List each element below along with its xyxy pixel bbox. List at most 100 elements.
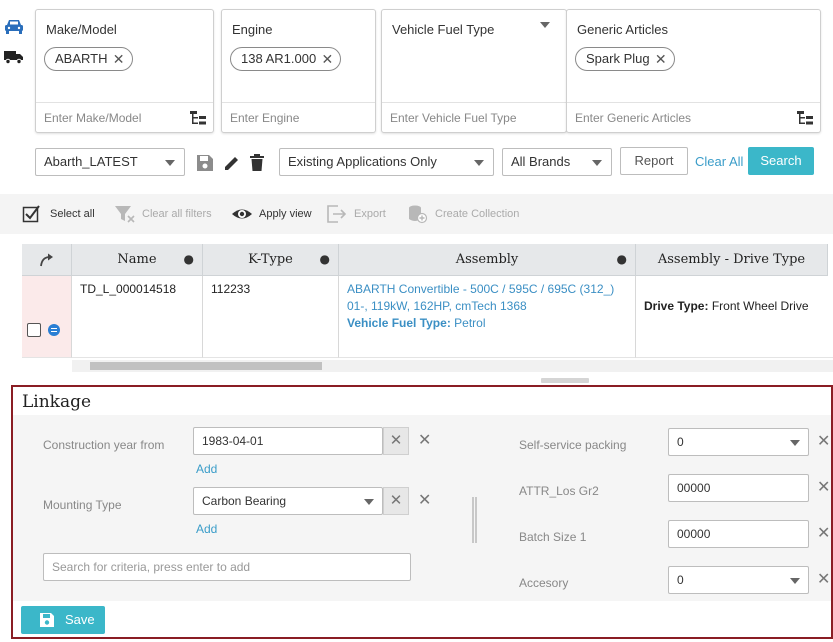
add-mounting-type-link[interactable]: Add [196,522,217,536]
fuel-type-title: Vehicle Fuel Type [392,22,495,37]
construction-year-field[interactable]: 1983-04-01 [193,427,383,455]
remove-criteria-icon[interactable]: ✕ [817,569,830,589]
column-splitter[interactable] [472,497,477,543]
attr-los-label: ATTR_Los Gr2 [519,484,599,498]
row-checkbox[interactable] [27,323,41,337]
truck-icon[interactable] [4,48,24,66]
drive-type-value: Front Wheel Drive [711,299,809,313]
search-button[interactable]: Search [748,147,814,175]
report-button[interactable]: Report [620,147,688,175]
column-header-drive-type[interactable]: Assembly - Drive Type [636,244,828,276]
brands-select[interactable]: All Brands [502,148,612,176]
engine-filter: Engine 138 AR1.000 ✕ Enter Engine [221,9,376,133]
make-model-input[interactable]: Enter Make/Model [36,102,213,132]
action-bar: Select all Clear all filters Apply view … [0,194,833,234]
tree-icon[interactable] [796,110,814,126]
remove-criteria-icon[interactable]: ✕ [418,490,431,510]
self-service-label: Self-service packing [519,438,627,452]
create-collection-label: Create Collection [435,208,520,220]
column-header-label: Assembly - Drive Type [657,252,806,267]
save-icon[interactable] [196,154,214,172]
generic-articles-input[interactable]: Enter Generic Articles [567,102,820,132]
redo-arrow-icon[interactable] [39,253,55,267]
create-collection-action[interactable]: Create Collection [407,204,522,224]
clear-filters-action[interactable]: Clear all filters [114,204,214,224]
column-header-label: K-Type [248,252,293,267]
add-construction-year-link[interactable]: Add [196,462,217,476]
fuel-type-filter: Vehicle Fuel Type Enter Vehicle Fuel Typ… [381,9,567,133]
cell-drive-type: Drive Type: Front Wheel Drive [636,276,833,358]
column-menu-icon[interactable]: ● [617,244,627,275]
grid-corner-header[interactable] [22,244,72,276]
self-service-select[interactable]: 0 [668,428,809,456]
chevron-down-icon [474,160,484,166]
accesory-select[interactable]: 0 [668,566,809,594]
save-bar: Save [13,601,831,637]
clear-all-link[interactable]: Clear All [695,154,743,169]
batch-size-field[interactable]: 00000 [668,520,809,548]
row-select-cell [22,276,72,358]
column-header-assembly[interactable]: Assembly ● [339,244,636,276]
dataset-value: Abarth_LATEST [44,154,138,169]
generic-articles-chip[interactable]: Spark Plug ✕ [575,47,675,71]
remove-criteria-icon[interactable]: ✕ [817,431,830,451]
clear-icon[interactable]: ✕ [383,427,409,455]
mounting-type-label: Mounting Type [43,498,122,512]
column-header-label: Assembly [455,252,519,267]
edit-icon[interactable] [223,154,241,172]
engine-chip[interactable]: 138 AR1.000 ✕ [230,47,342,71]
cell-assembly: ABARTH Convertible - 500C / 595C / 695C … [339,276,636,358]
resize-handle[interactable] [541,378,589,383]
assembly-link[interactable]: ABARTH Convertible - 500C / 595C / 695C … [347,281,627,315]
engine-input[interactable]: Enter Engine [222,102,375,132]
checkbox-icon [22,205,40,223]
delete-icon[interactable] [249,153,265,172]
column-header-ktype[interactable]: K-Type ● [203,244,339,276]
make-model-chip[interactable]: ABARTH ✕ [44,47,133,71]
applications-value: Existing Applications Only [288,154,437,169]
remove-criteria-icon[interactable]: ✕ [817,477,830,497]
export-action[interactable]: Export [326,204,391,224]
make-model-filter: Make/Model ABARTH ✕ Enter Make/Model [35,9,214,133]
column-header-name[interactable]: Name ● [72,244,203,276]
batch-size-label: Batch Size 1 [519,530,587,544]
make-model-chip-label: ABARTH [55,51,108,66]
mounting-type-value: Carbon Bearing [202,494,287,508]
remove-criteria-icon[interactable]: ✕ [418,430,431,450]
criteria-search-input[interactable]: Search for criteria, press enter to add [43,553,411,581]
column-menu-icon[interactable]: ● [184,244,194,275]
select-all-action[interactable]: Select all [22,204,102,224]
mounting-type-select[interactable]: Carbon Bearing [193,487,383,515]
dataset-select[interactable]: Abarth_LATEST [35,148,185,176]
tree-icon[interactable] [189,110,207,126]
floppy-disk-icon [40,613,54,627]
column-header-label: Name [117,252,157,267]
remove-chip-icon[interactable]: ✕ [113,48,125,70]
export-label: Export [354,208,386,220]
filter-clear-icon [115,206,135,223]
remove-criteria-icon[interactable]: ✕ [817,523,830,543]
applications-select[interactable]: Existing Applications Only [279,148,494,176]
chevron-down-icon [165,160,175,166]
scrollbar-thumb[interactable] [90,362,322,370]
fuel-type-input[interactable]: Enter Vehicle Fuel Type [382,102,566,132]
column-menu-icon[interactable]: ● [320,244,330,275]
save-button[interactable]: Save [21,606,105,634]
row-detail-icon[interactable] [48,324,60,336]
select-all-label: Select all [50,208,95,220]
chevron-down-icon[interactable] [540,22,550,28]
car-icon[interactable] [4,17,24,35]
horizontal-scrollbar[interactable] [72,360,833,372]
export-icon [327,205,347,223]
remove-chip-icon[interactable]: ✕ [655,48,667,70]
apply-view-action[interactable]: Apply view [231,204,316,224]
accesory-label: Accesory [519,576,569,590]
remove-chip-icon[interactable]: ✕ [321,48,333,70]
linkage-title: Linkage [22,392,92,412]
apply-view-label: Apply view [259,208,312,220]
attr-los-field[interactable]: 00000 [668,474,809,502]
clear-icon[interactable]: ✕ [383,487,409,515]
linkage-body: Construction year from 1983-04-01 ✕ ✕ Ad… [13,415,831,601]
engine-chip-label: 138 AR1.000 [241,51,317,66]
chevron-down-icon [364,499,374,505]
